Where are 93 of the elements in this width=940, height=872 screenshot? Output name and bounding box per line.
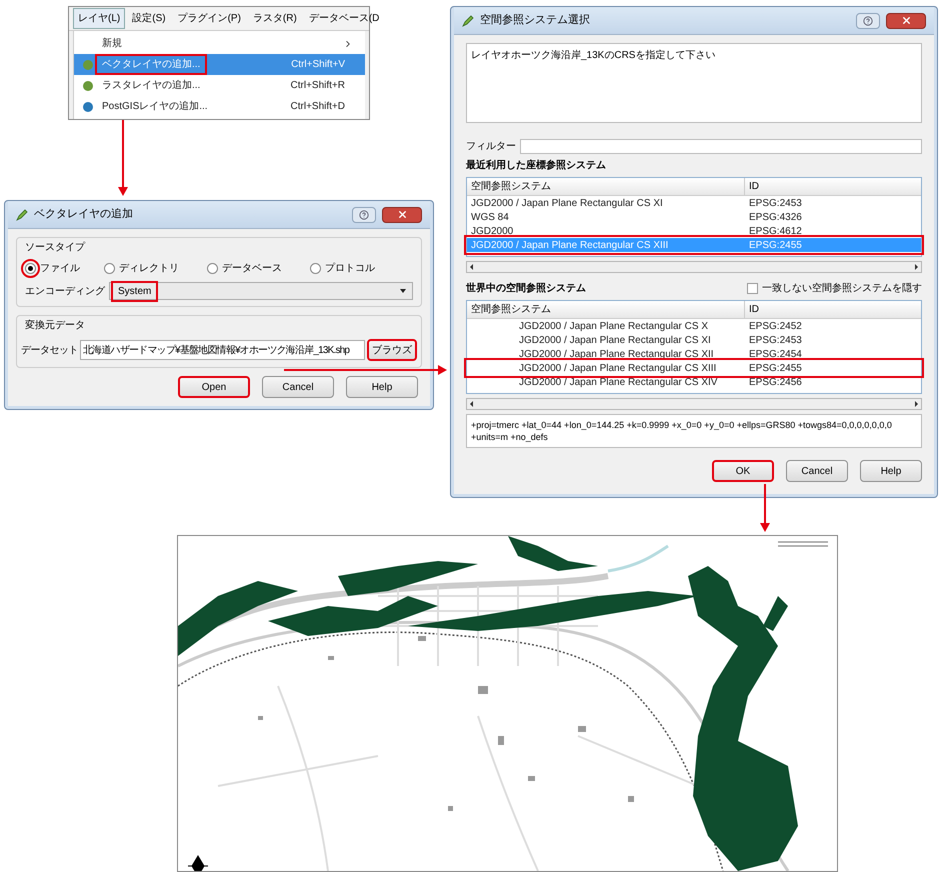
table-row[interactable]: JGD2000 / Japan Plane Rectangular CS XI EPSG:2453: [467, 196, 921, 210]
field-label: データセット: [21, 344, 78, 358]
shortcut-text: Ctrl+Shift+V: [291, 58, 346, 72]
pencil-icon: [16, 208, 28, 220]
table-cell-text: JGD2000 / Japan Plane Rectangular CS XI: [518, 334, 712, 348]
dialog-button[interactable]: OK: [712, 460, 774, 482]
table-cell-text: EPSG:4612: [748, 224, 803, 238]
dialog-button[interactable]: Cancel: [262, 376, 334, 398]
column-header: ID: [748, 303, 760, 317]
checkbox-label: 一致しない空間参照システムを隠す: [762, 282, 922, 296]
dialog-button[interactable]: ブラウズ: [367, 339, 417, 361]
close-icon: [396, 209, 408, 220]
layer-icon: [82, 80, 94, 92]
menu-item-label: PostGISレイヤの追加...: [101, 100, 209, 114]
dialog-button[interactable]: Help: [860, 460, 922, 482]
table-row[interactable]: JGD2000 EPSG:4612: [467, 224, 921, 238]
help-icon: [359, 210, 369, 220]
column-header: ID: [748, 180, 760, 194]
shortcut-text: Ctrl+Shift+D: [290, 100, 346, 114]
encoding-dropdown[interactable]: System: [109, 282, 413, 300]
radio-option[interactable]: プロトコル: [310, 261, 413, 276]
table-cell-text: JGD2000 / Japan Plane Rectangular CS XIII: [470, 238, 670, 252]
radio-button[interactable]: [104, 263, 116, 274]
radio-option[interactable]: データベース: [207, 261, 310, 276]
section-heading: 世界中の空間参照システム: [466, 282, 587, 296]
table-cell-text: EPSG:2453: [748, 334, 803, 348]
dropdown-value: System: [114, 284, 156, 298]
window-title: ベクタレイヤの追加: [34, 207, 134, 222]
dialog-button[interactable]: Help: [346, 376, 418, 398]
help-icon: [863, 16, 873, 26]
dataset-field[interactable]: 北海道ハザードマップ¥基盤地図情報¥オホーツク海沿岸_13K.shp: [80, 340, 365, 360]
table-cell-text: WGS 84: [470, 210, 510, 224]
field-label: エンコーディング: [25, 284, 105, 298]
pencil-icon: [462, 14, 474, 26]
table-cell-text: EPSG:4326: [748, 210, 803, 224]
horizontal-scrollbar[interactable]: [466, 398, 922, 410]
shortcut-text: Ctrl+Shift+R: [290, 79, 346, 93]
menu-item[interactable]: PostGISレイヤの追加... Ctrl+Shift+D: [74, 96, 365, 117]
menu-item-label: 新規: [101, 36, 123, 51]
checkbox[interactable]: [747, 283, 758, 294]
radio-button[interactable]: [310, 263, 322, 274]
table-row[interactable]: WGS 84 EPSG:4326: [467, 210, 921, 224]
close-icon: [900, 15, 912, 26]
menu-item-label: ベクタレイヤの追加...: [98, 57, 204, 72]
arrow: [760, 484, 770, 532]
menu-item[interactable]: 新規: [74, 33, 365, 54]
column-header: 空間参照システム: [467, 301, 745, 318]
table-cell-text: EPSG:2453: [748, 196, 803, 210]
table-row[interactable]: JGD2000 / Japan Plane Rectangular CS X EPSG:2452: [467, 319, 921, 333]
dialog-button[interactable]: Open: [178, 376, 250, 398]
table-cell-text: EPSG:2455: [748, 362, 803, 376]
menu-bar-item[interactable]: 設定(S): [127, 8, 171, 29]
menu-bar-item[interactable]: ラスタ(R): [248, 8, 302, 29]
menu-bar-item[interactable]: レイヤ(L): [73, 8, 126, 29]
group-label: 変換元データ: [25, 318, 86, 333]
radio-button[interactable]: [207, 263, 218, 274]
table-row[interactable]: JGD2000 / Japan Plane Rectangular CS XIV EPSG:2456: [467, 375, 921, 389]
dropdown-arrow-icon: [398, 287, 408, 295]
table-row[interactable]: JGD2000 / Japan Plane Rectangular CS XIII EPSG:2455: [467, 361, 921, 375]
close-button[interactable]: [382, 206, 422, 222]
message-box: レイヤオホーツク海沿岸_13KのCRSを指定して下さい: [466, 43, 922, 123]
help-button[interactable]: [856, 12, 880, 28]
column-header: 空間参照システム: [467, 178, 745, 195]
table-cell-text: JGD2000: [470, 224, 514, 238]
layer-icon: [82, 100, 94, 112]
table-cell-text: JGD2000 / Japan Plane Rectangular CS XIII: [518, 362, 718, 376]
field-label: フィルター: [466, 140, 516, 154]
menu-bar-item[interactable]: プラグイン(P): [172, 8, 246, 29]
table-cell-text: JGD2000 / Japan Plane Rectangular CS X: [518, 320, 709, 334]
dialog-button[interactable]: Cancel: [786, 460, 848, 482]
table-cell-text: JGD2000 / Japan Plane Rectangular CS XIV: [518, 376, 718, 390]
help-button[interactable]: [352, 206, 376, 222]
menu-item[interactable]: ラスタレイヤの追加... Ctrl+Shift+R: [74, 75, 365, 96]
table-cell-text: EPSG:2455: [748, 238, 803, 252]
menu-item-label: ラスタレイヤの追加...: [101, 78, 202, 93]
proj-string-box: +proj=tmerc +lat_0=44 +lon_0=144.25 +k=0.9999 +x_0=0 +y_0=0 +ellps=GRS80 +towgs84=0,0,0,0,0,0,0 +units=m +no_defs: [466, 414, 922, 448]
table-cell-text: JGD2000 / Japan Plane Rectangular CS XI: [470, 196, 664, 210]
menu-bar-item[interactable]: データベース(D: [304, 8, 384, 29]
radio-option[interactable]: ファイル: [25, 261, 104, 276]
horizontal-scrollbar[interactable]: [466, 261, 922, 273]
close-button[interactable]: [886, 12, 926, 28]
table-row[interactable]: JGD2000 / Japan Plane Rectangular CS XI EPSG:2453: [467, 333, 921, 347]
group-label: ソースタイプ: [25, 240, 86, 255]
table-cell-text: EPSG:2452: [748, 320, 803, 334]
table-cell-text: JGD2000 / Japan Plane Rectangular CS XII: [518, 348, 715, 362]
layer-icon: [82, 58, 94, 70]
table-cell-text: EPSG:2454: [748, 348, 803, 362]
section-heading: 最近利用した座標参照システム: [466, 158, 607, 173]
radio-option[interactable]: ディレクトリ: [104, 261, 208, 276]
table-cell-text: EPSG:2456: [748, 376, 803, 390]
window-title: 空間参照システム選択: [480, 12, 591, 28]
filter-field[interactable]: [520, 139, 922, 154]
table-row[interactable]: JGD2000 / Japan Plane Rectangular CS XII EPSG:2454: [467, 347, 921, 361]
